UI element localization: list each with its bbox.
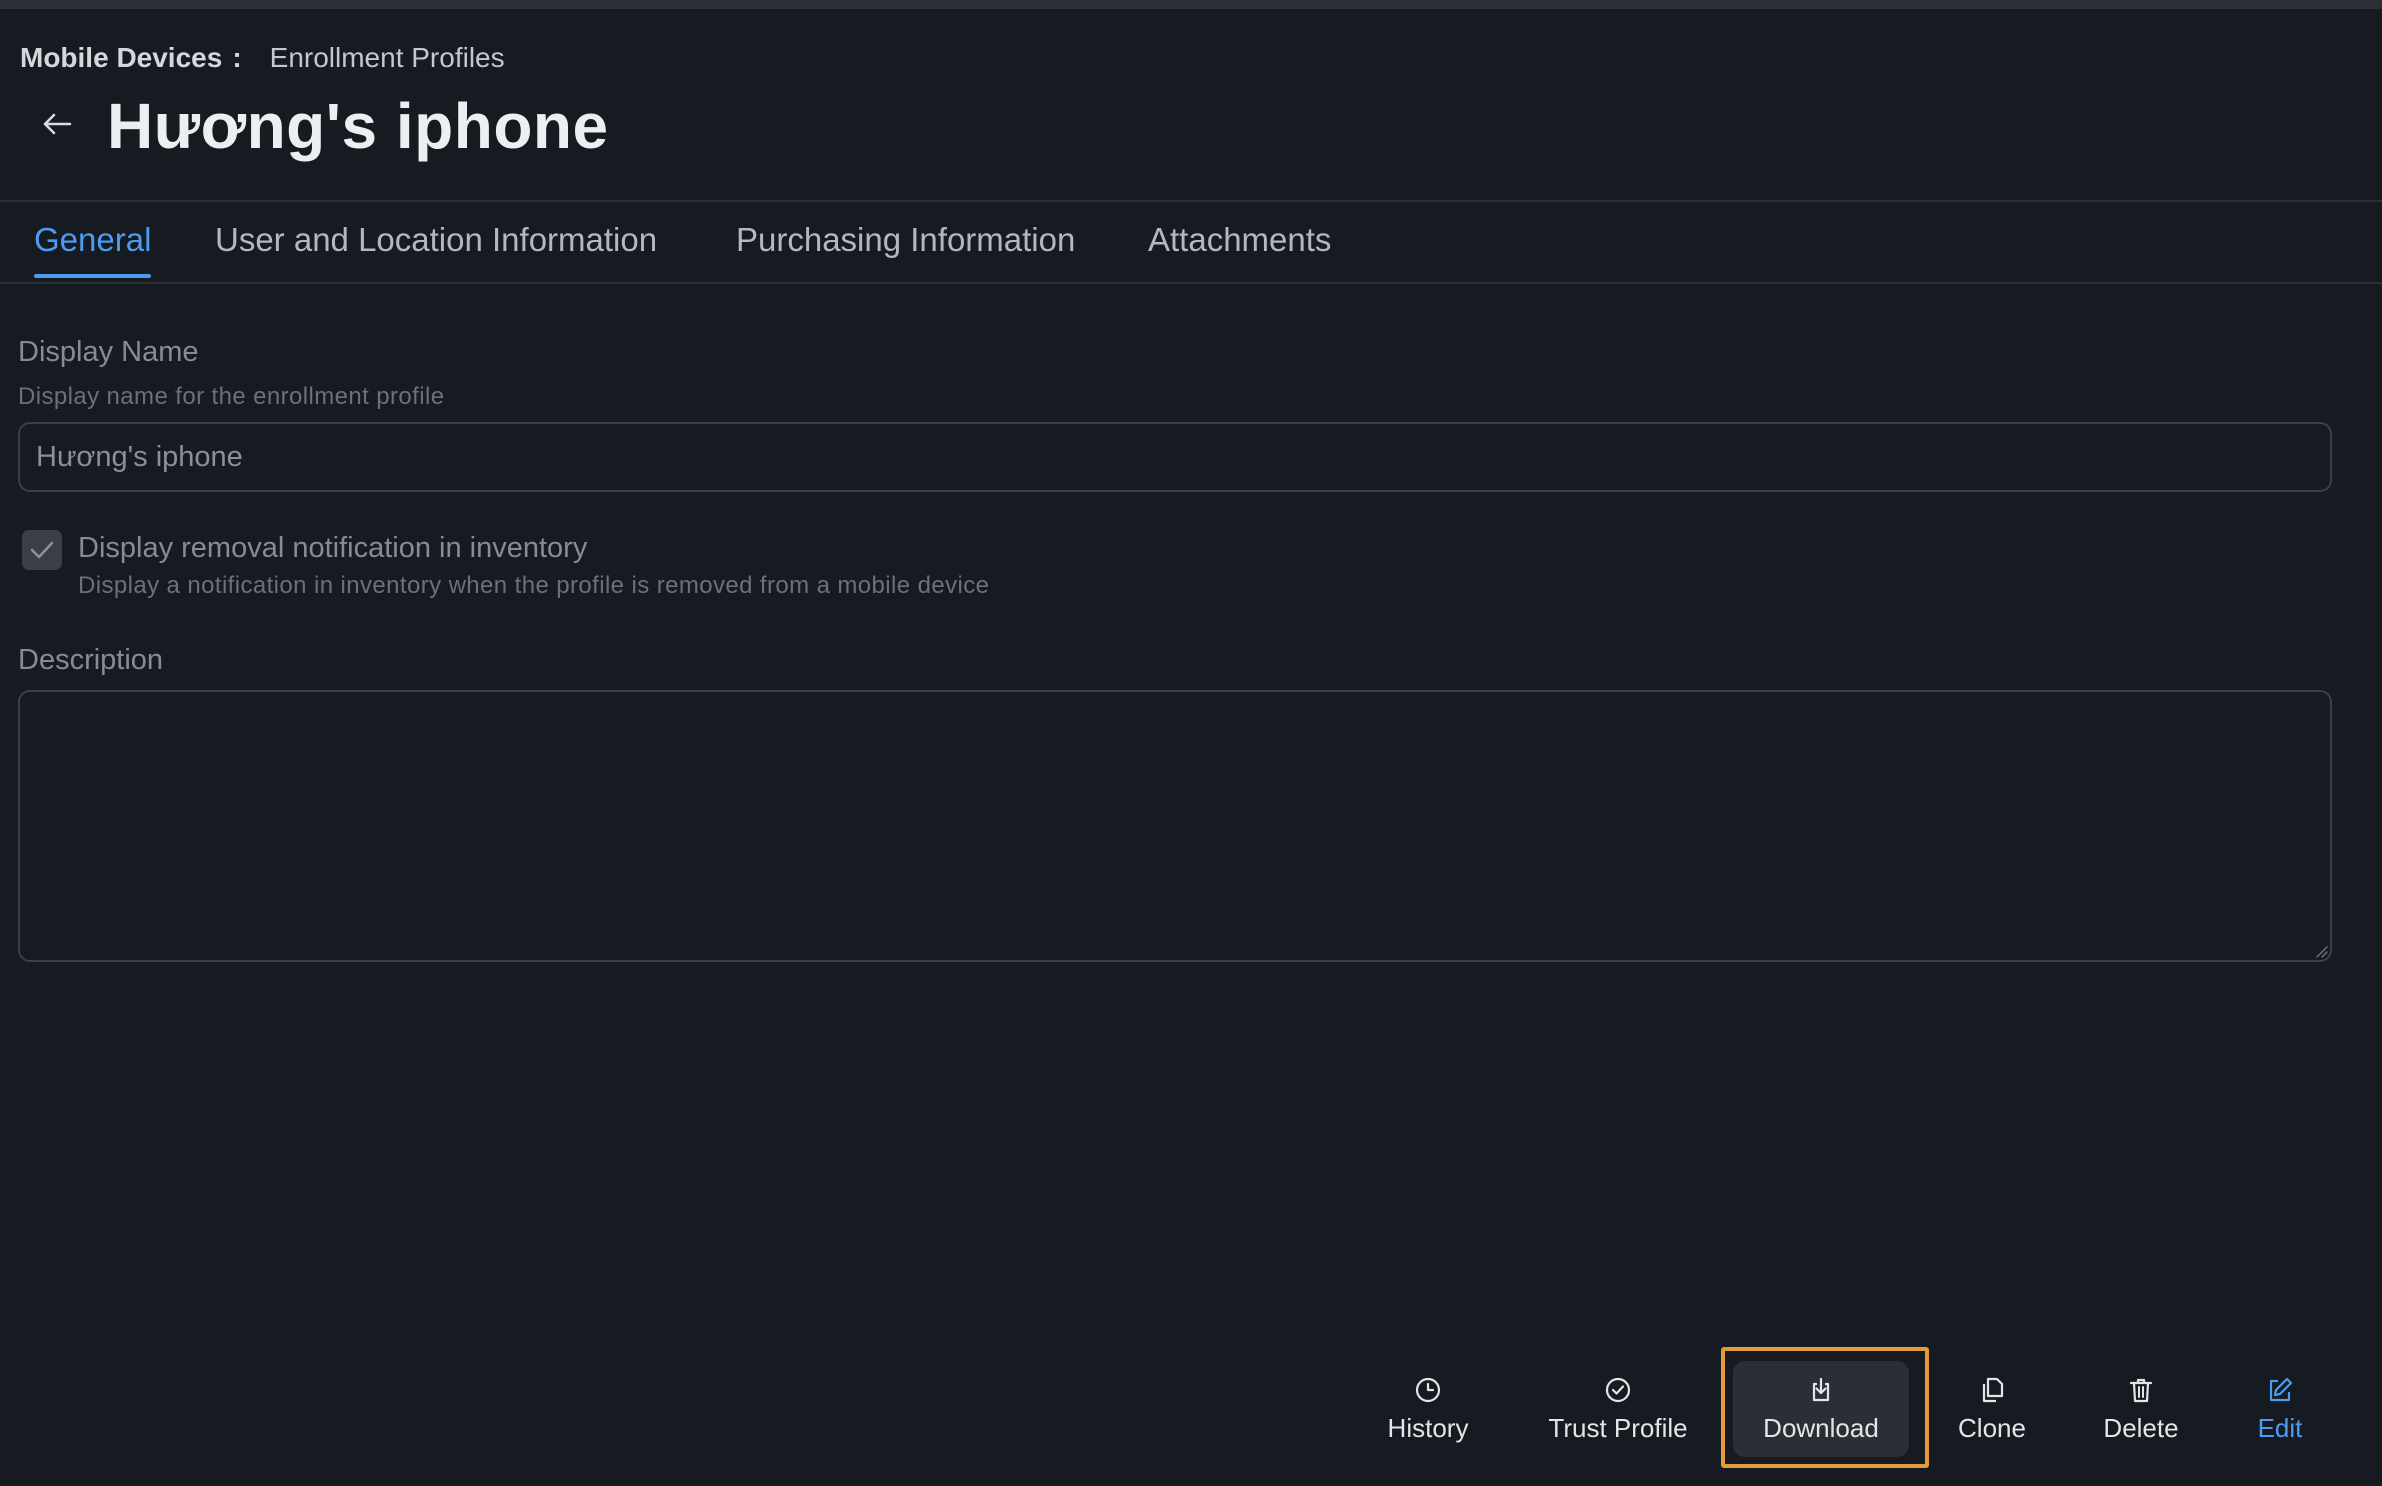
copy-icon: [1977, 1375, 2007, 1405]
clone-button[interactable]: Clone: [1946, 1361, 2038, 1457]
action-toolbar: History Trust Profile Download Clone Del…: [0, 1355, 2382, 1475]
edit-label: Edit: [2257, 1412, 2303, 1443]
back-button[interactable]: [36, 100, 78, 148]
resize-grip-icon[interactable]: [2312, 942, 2328, 958]
removal-notification-hint: Display a notification in inventory when…: [78, 572, 990, 599]
description-label: Description: [18, 644, 164, 676]
download-label: Download: [1763, 1412, 1879, 1443]
breadcrumb-root[interactable]: Mobile Devices: [20, 42, 222, 74]
arrow-left-icon: [43, 113, 72, 135]
tab-attachments[interactable]: Attachments: [1148, 202, 1331, 282]
display-name-label: Display Name: [18, 336, 199, 368]
page: Mobile Devices : Enrollment Profiles Hươ…: [0, 0, 2382, 1486]
tab-bar: General User and Location Information Pu…: [0, 202, 2382, 282]
display-name-hint: Display name for the enrollment profile: [18, 383, 445, 410]
edit-button[interactable]: Edit: [2242, 1361, 2318, 1457]
trash-icon: [2126, 1375, 2156, 1405]
breadcrumb-current[interactable]: Enrollment Profiles: [270, 42, 505, 74]
breadcrumb-separator: :: [232, 42, 242, 73]
history-label: History: [1387, 1412, 1469, 1443]
clone-label: Clone: [1958, 1412, 2026, 1443]
checkmark-icon: [30, 541, 54, 559]
removal-notification-checkbox[interactable]: [22, 530, 62, 570]
trust-profile-button[interactable]: Trust Profile: [1536, 1361, 1700, 1457]
tab-user-and-location[interactable]: User and Location Information: [215, 202, 657, 282]
history-button[interactable]: History: [1378, 1361, 1478, 1457]
download-icon: [1806, 1375, 1836, 1405]
tab-general[interactable]: General: [34, 202, 151, 282]
page-title: Hương's iphone: [107, 90, 609, 162]
display-name-input[interactable]: [18, 422, 2332, 492]
delete-label: Delete: [2103, 1412, 2179, 1443]
edit-icon: [2265, 1375, 2295, 1405]
tab-purchasing-information[interactable]: Purchasing Information: [736, 202, 1075, 282]
download-button[interactable]: Download: [1733, 1361, 1909, 1457]
check-circle-icon: [1603, 1375, 1633, 1405]
tabs-divider: [0, 282, 2382, 284]
trust-profile-label: Trust Profile: [1548, 1412, 1688, 1443]
description-textarea[interactable]: [18, 690, 2332, 962]
delete-button[interactable]: Delete: [2094, 1361, 2188, 1457]
clock-icon: [1413, 1375, 1443, 1405]
active-tab-indicator: [34, 274, 151, 278]
breadcrumb: Mobile Devices : Enrollment Profiles: [20, 38, 505, 78]
top-strip: [0, 0, 2382, 9]
removal-notification-label[interactable]: Display removal notification in inventor…: [78, 532, 587, 565]
